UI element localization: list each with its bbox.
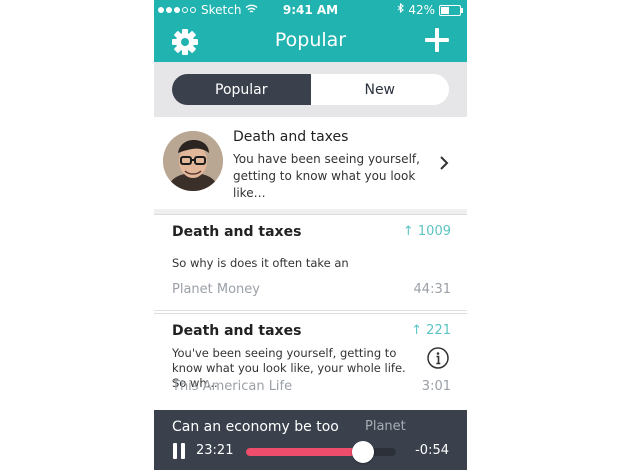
chevron-right-icon[interactable] xyxy=(439,155,449,170)
remaining-time: -0:54 xyxy=(415,443,449,458)
upvote-count-value: 221 xyxy=(426,323,451,338)
bluetooth-icon xyxy=(397,2,405,17)
app-screen: Sketch 9:41 AM 42% Popular Popular New D… xyxy=(154,0,467,470)
battery-percentage: 42% xyxy=(408,3,435,17)
arrow-up-icon: ↑ xyxy=(411,323,423,338)
slider-handle[interactable] xyxy=(352,441,374,463)
now-playing-title: Can an economy be too xyxy=(172,419,339,435)
featured-title: Death and taxes xyxy=(233,129,349,145)
episode-duration: 3:01 xyxy=(421,379,451,394)
episode-source: This American Life xyxy=(172,379,293,394)
featured-description: You have been seeing yourself, getting t… xyxy=(233,152,420,200)
battery-icon xyxy=(439,4,463,16)
page-title: Popular xyxy=(274,29,347,51)
status-right: 42% xyxy=(397,2,463,17)
upvote-count-value: 1009 xyxy=(417,224,451,239)
elapsed-time: 23:21 xyxy=(196,443,234,458)
progress-fill xyxy=(246,448,363,456)
featured-item[interactable]: Death and taxes You have been seeing you… xyxy=(154,117,467,210)
tab-bar-area: Popular New xyxy=(154,62,467,117)
episode-duration: 44:31 xyxy=(413,282,451,297)
episode-title: Death and taxes xyxy=(172,323,302,339)
status-bar: Sketch 9:41 AM 42% xyxy=(154,0,467,22)
info-icon[interactable] xyxy=(427,347,449,369)
navigation-bar: Sketch 9:41 AM 42% Popular xyxy=(154,0,467,62)
pause-button[interactable] xyxy=(173,443,185,459)
tab-popular[interactable]: Popular xyxy=(172,74,311,105)
plus-icon[interactable] xyxy=(425,28,449,52)
now-playing-source: Planet xyxy=(365,419,406,434)
upvote-count[interactable]: ↑ 1009 xyxy=(403,224,451,239)
battery-level xyxy=(441,6,450,14)
tab-new[interactable]: New xyxy=(311,74,450,105)
segmented-control: Popular New xyxy=(172,74,449,105)
episode-title: Death and taxes xyxy=(172,224,302,240)
list-item[interactable]: Death and taxes ↑ 221 You've been seeing… xyxy=(154,313,467,411)
arrow-up-icon: ↑ xyxy=(402,224,414,239)
avatar xyxy=(163,131,223,191)
now-playing-bar[interactable]: Can an economy be too Planet 23:21 -0:54 xyxy=(154,410,467,470)
episode-description: So why is does it often take an xyxy=(172,256,349,270)
list-item[interactable]: Death and taxes ↑ 1009 So why is does it… xyxy=(154,215,467,311)
upvote-count[interactable]: ↑ 221 xyxy=(411,323,451,338)
episode-source: Planet Money xyxy=(172,282,260,297)
